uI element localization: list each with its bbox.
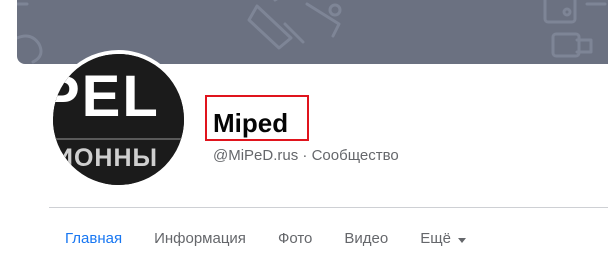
- avatar-image: PEL ИОННЫ: [53, 54, 184, 185]
- tab-more-label: Ещё: [420, 230, 451, 247]
- tab-photos[interactable]: Фото: [278, 229, 312, 249]
- tab-videos[interactable]: Видео: [344, 229, 388, 249]
- page-title: Miped: [213, 108, 289, 138]
- chevron-down-icon: [457, 237, 466, 243]
- page-subtitle: @MiPeD.rus · Сообщество: [213, 146, 399, 166]
- tab-more[interactable]: Ещё: [420, 229, 466, 249]
- tab-home[interactable]: Главная: [65, 229, 122, 249]
- tab-info[interactable]: Информация: [154, 229, 246, 249]
- subtitle-separator: ·: [298, 147, 312, 164]
- avatar-logo-bottom: ИОННЫ: [55, 144, 158, 172]
- divider: [49, 207, 608, 208]
- avatar-logo-top: PEL: [53, 64, 160, 129]
- page-category[interactable]: Сообщество: [312, 147, 399, 164]
- page-handle[interactable]: @MiPeD.rus: [213, 147, 298, 164]
- profile-avatar[interactable]: PEL ИОННЫ: [49, 50, 188, 189]
- profile-tabs: Главная Информация Фото Видео Ещё: [65, 229, 466, 249]
